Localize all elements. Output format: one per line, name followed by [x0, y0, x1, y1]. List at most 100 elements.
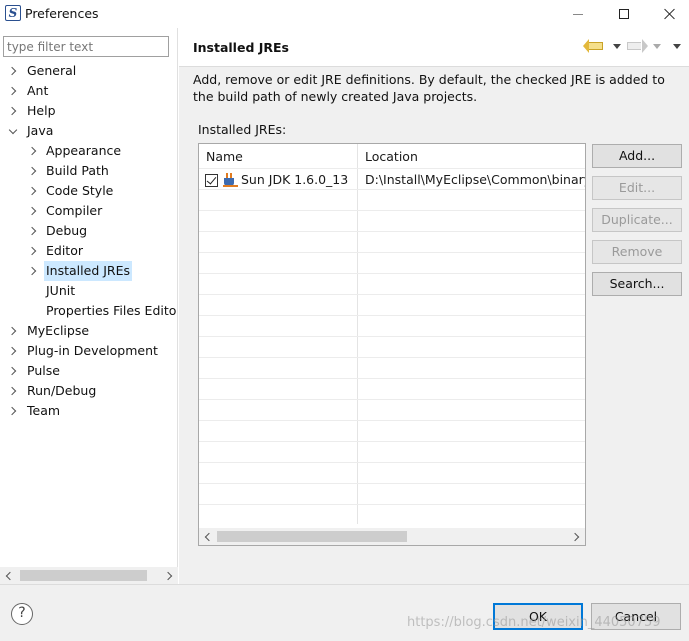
chevron-right-icon[interactable]: [7, 361, 19, 381]
grid-line: [199, 294, 585, 295]
tree-item-code-style[interactable]: Code Style: [0, 181, 178, 201]
chevron-right-icon[interactable]: [27, 181, 39, 201]
maximize-button[interactable]: [601, 0, 647, 28]
duplicate-jre-button[interactable]: Duplicate...: [592, 208, 682, 232]
tree-item-label: Ant: [27, 83, 49, 98]
preference-page: Installed JREs Add, remove or edit JRE d…: [179, 28, 689, 584]
grid-line: [199, 441, 585, 442]
chevron-right-icon[interactable]: [7, 61, 19, 81]
chevron-right-icon[interactable]: [27, 261, 39, 281]
scroll-left-icon[interactable]: [0, 567, 17, 584]
scroll-right-icon[interactable]: [161, 567, 178, 584]
chevron-right-icon[interactable]: [7, 381, 19, 401]
grid-line: [199, 399, 585, 400]
tree-item-run-debug[interactable]: Run/Debug: [0, 381, 178, 401]
grid-line: [199, 315, 585, 316]
tree-item-label: General: [27, 63, 77, 78]
view-menu-icon[interactable]: [673, 44, 681, 49]
minimize-button[interactable]: [555, 0, 601, 28]
jre-icon: [223, 173, 239, 187]
tree-item-label: Team: [27, 403, 61, 418]
tree-item-team[interactable]: Team: [0, 401, 178, 421]
scrollbar-thumb[interactable]: [20, 570, 147, 581]
grid-line: [199, 462, 585, 463]
grid-line: [199, 420, 585, 421]
tree-item-label: Help: [27, 103, 56, 118]
preferences-nav-pane: General Ant Help Java Appearance Build P…: [0, 28, 178, 584]
grid-line: [199, 357, 585, 358]
tree-item-label: Editor: [46, 243, 83, 258]
scrollbar-thumb[interactable]: [217, 531, 407, 542]
add-jre-button[interactable]: Add...: [592, 144, 682, 168]
chevron-right-icon[interactable]: [7, 401, 19, 421]
tree-item-installed-jres[interactable]: Installed JREs: [0, 261, 178, 281]
grid-line: [199, 168, 585, 169]
edit-jre-button[interactable]: Edit...: [592, 176, 682, 200]
chevron-right-icon[interactable]: [27, 241, 39, 261]
back-button[interactable]: [583, 38, 605, 54]
preferences-tree: General Ant Help Java Appearance Build P…: [0, 61, 178, 421]
tree-item-build-path[interactable]: Build Path: [0, 161, 178, 181]
installed-jres-table[interactable]: Name Location Sun JDK 1.6.0_13 D:\Instal…: [198, 143, 586, 546]
tree-item-editor[interactable]: Editor: [0, 241, 178, 261]
chevron-right-icon[interactable]: [7, 81, 19, 101]
chevron-down-icon[interactable]: [7, 121, 19, 141]
minimize-icon: [573, 13, 583, 15]
watermark: https://blog.csdn.net/weixin_44050759: [407, 615, 661, 630]
tree-item-pulse[interactable]: Pulse: [0, 361, 178, 381]
remove-jre-button[interactable]: Remove: [592, 240, 682, 264]
grid-line: [199, 336, 585, 337]
tree-item-compiler[interactable]: Compiler: [0, 201, 178, 221]
tree-item-myeclipse[interactable]: MyEclipse: [0, 321, 178, 341]
close-button[interactable]: [647, 0, 689, 28]
jre-default-checkbox[interactable]: [205, 174, 218, 187]
tree-item-label: Java: [27, 123, 54, 138]
scroll-left-icon[interactable]: [199, 528, 216, 545]
filter-input[interactable]: [3, 36, 169, 57]
tree-item-label: Build Path: [46, 163, 109, 178]
chevron-right-icon[interactable]: [27, 201, 39, 221]
back-history-dropdown-icon[interactable]: [613, 44, 621, 49]
tree-item-properties-files-editor[interactable]: Properties Files Edito: [0, 301, 178, 321]
chevron-right-icon[interactable]: [27, 161, 39, 181]
tree-item-label: Installed JREs: [44, 261, 133, 281]
chevron-right-icon[interactable]: [27, 141, 39, 161]
forward-arrow-icon: [627, 39, 648, 53]
tree-item-debug[interactable]: Debug: [0, 221, 178, 241]
tree-item-label: Plug-in Development: [27, 343, 158, 358]
grid-line: [199, 273, 585, 274]
help-icon[interactable]: ?: [11, 603, 33, 625]
title-bar: S Preferences: [0, 0, 689, 28]
column-divider[interactable]: [357, 144, 358, 524]
chevron-right-icon[interactable]: [7, 321, 19, 341]
tree-item-general[interactable]: General: [0, 61, 178, 81]
page-header: Installed JREs: [179, 28, 689, 67]
tree-item-ant[interactable]: Ant: [0, 81, 178, 101]
column-header-location[interactable]: Location: [365, 149, 418, 164]
tree-item-appearance[interactable]: Appearance: [0, 141, 178, 161]
scroll-right-icon[interactable]: [568, 528, 585, 545]
tree-item-junit[interactable]: JUnit: [0, 281, 178, 301]
nav-horizontal-scrollbar[interactable]: [0, 567, 178, 584]
grid-line: [199, 252, 585, 253]
chevron-right-icon[interactable]: [7, 101, 19, 121]
tree-item-label: Code Style: [46, 183, 114, 198]
close-icon: [664, 8, 676, 20]
back-arrow-icon: [583, 39, 603, 53]
chevron-right-icon[interactable]: [7, 341, 19, 361]
chevron-right-icon[interactable]: [27, 221, 39, 241]
page-description: Add, remove or edit JRE definitions. By …: [193, 72, 665, 104]
forward-button[interactable]: [627, 38, 648, 54]
jre-name-cell: Sun JDK 1.6.0_13: [241, 172, 349, 187]
tree-item-plugin-development[interactable]: Plug-in Development: [0, 341, 178, 361]
forward-history-dropdown-icon[interactable]: [653, 44, 661, 49]
search-jre-button[interactable]: Search...: [592, 272, 682, 296]
window-title: Preferences: [25, 6, 99, 21]
maximize-icon: [619, 9, 629, 19]
tree-item-label: Debug: [46, 223, 88, 238]
tree-item-help[interactable]: Help: [0, 101, 178, 121]
column-header-name[interactable]: Name: [206, 149, 243, 164]
table-horizontal-scrollbar[interactable]: [199, 528, 585, 545]
tree-item-java[interactable]: Java: [0, 121, 178, 141]
tree-item-label: MyEclipse: [27, 323, 90, 338]
